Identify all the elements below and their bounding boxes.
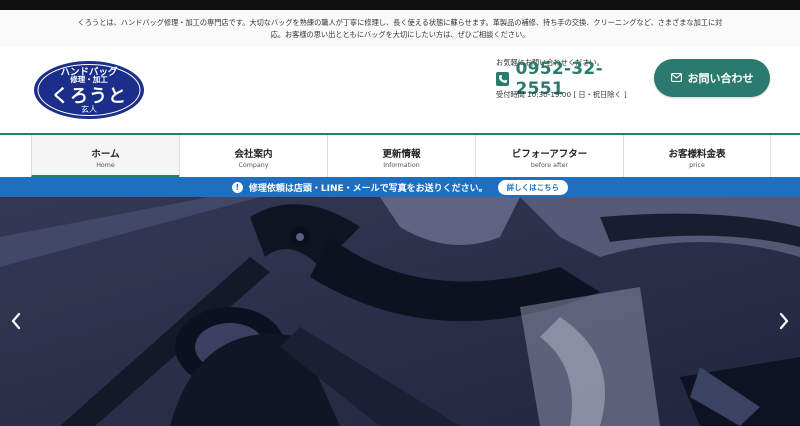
slider-next-button[interactable] — [774, 309, 794, 333]
nav-sublabel: Home — [96, 162, 115, 169]
nav-label: 更新情報 — [382, 149, 421, 160]
nav-sublabel: price — [689, 162, 705, 169]
logo-text-kanji: 玄人 — [81, 105, 97, 114]
contact-block: お気軽にお問い合わせください。 0952-32-2551 受付時間 10:30-… — [496, 58, 646, 100]
info-icon: ! — [231, 181, 243, 193]
slider-prev-button[interactable] — [6, 309, 26, 333]
phone-icon — [496, 72, 510, 86]
notice-bar: ! 修理依頼は店頭・LINE・メールで写真をお送りください。 詳しくはこちら — [0, 177, 800, 197]
phone-row[interactable]: 0952-32-2551 — [496, 59, 646, 99]
nav-item-before-after[interactable]: ビフォーアフター before after — [475, 135, 623, 177]
hero-slider — [0, 197, 800, 426]
notice-text: 修理依頼は店頭・LINE・メールで写真をお送りください。 — [248, 183, 488, 194]
intro-line-2: 応。お客様の思い出とともにバッグを大切にしたい方は、ぜひご相談ください。 — [270, 30, 530, 39]
contact-button-label: お問い合わせ — [687, 72, 754, 85]
business-hours: 受付時間 10:30-19:00 [ 日・祝日除く ] — [496, 90, 627, 99]
top-bar — [0, 0, 800, 10]
nav-sublabel: before after — [530, 162, 569, 169]
hero-image — [0, 197, 800, 426]
chevron-left-icon — [11, 312, 21, 330]
nav-item-information[interactable]: 更新情報 Information — [327, 135, 475, 177]
nav-label: 会社案内 — [234, 149, 273, 160]
site-logo[interactable]: ハンドバッグ 修理・加工 くろうと 玄人 — [33, 60, 145, 120]
nav-item-home[interactable]: ホーム Home — [31, 135, 179, 177]
nav-label: ビフォーアフター — [511, 149, 588, 160]
chevron-right-icon — [779, 312, 789, 330]
intro-line-1: くろうとは、ハンドバッグ修理・加工の専門店です。大切なバッグを熟練の職人が丁寧に… — [77, 18, 723, 27]
site-header: ハンドバッグ 修理・加工 くろうと 玄人 お気軽にお問い合わせください。 095… — [0, 47, 800, 133]
nav-label: ホーム — [91, 149, 120, 160]
nav-item-price[interactable]: お客様料金表 price — [623, 135, 771, 177]
nav-sublabel: Information — [383, 162, 420, 169]
global-nav: ホーム Home 会社案内 Company 更新情報 Information ビ… — [0, 133, 800, 177]
contact-button[interactable]: お問い合わせ — [654, 59, 770, 97]
nav-item-company[interactable]: 会社案内 Company — [179, 135, 327, 177]
mail-icon — [670, 72, 682, 85]
notice-details-button[interactable]: 詳しくはこちら — [497, 179, 569, 195]
nav-label: お客様料金表 — [668, 149, 726, 160]
intro-text: くろうとは、ハンドバッグ修理・加工の専門店です。大切なバッグを熟練の職人が丁寧に… — [0, 10, 800, 47]
nav-sublabel: Company — [238, 162, 269, 169]
